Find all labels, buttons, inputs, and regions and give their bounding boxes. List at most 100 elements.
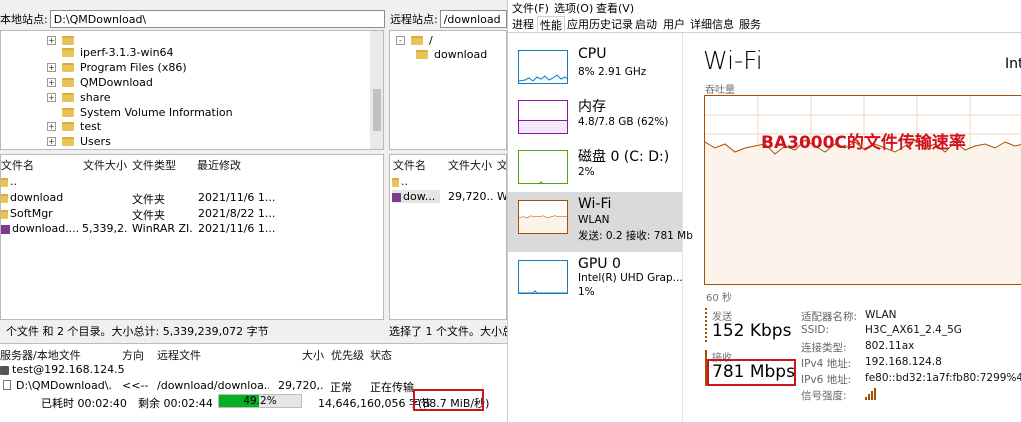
- disk-title: 磁盘 0 (C: D:): [578, 149, 670, 165]
- queue-remaining: 剩余 00:02:44: [138, 397, 213, 410]
- local-file-list: 文件名 文件大小 文件类型 最近修改 .. download 文件夹 2021/…: [0, 154, 384, 320]
- col-header-name[interactable]: 文件名: [393, 157, 426, 172]
- remote-file-list: 文件名 文件大小 文 .. dow... 29,720... W: [389, 154, 507, 320]
- wifi-mini-graph: [518, 200, 568, 234]
- local-file-row[interactable]: download: [1, 191, 71, 204]
- queue-col-status[interactable]: 状态: [370, 347, 392, 362]
- tree-item-share[interactable]: + share: [47, 90, 111, 104]
- local-file-row[interactable]: ..: [1, 175, 71, 188]
- tab-startup[interactable]: 启动: [633, 16, 659, 32]
- tree-item-test[interactable]: + test: [47, 119, 101, 133]
- queue-direction: <<--: [122, 379, 149, 392]
- prop-value: 192.168.124.8: [865, 356, 942, 368]
- remote-status: 选择了 1 个文件。大小总计: [389, 322, 507, 340]
- remote-tree-root[interactable]: - /: [396, 33, 433, 47]
- file-size: 5,339,2...: [82, 222, 128, 235]
- server-icon: [0, 365, 9, 375]
- expand-icon[interactable]: +: [47, 121, 56, 131]
- tree-item-users[interactable]: + Users: [47, 134, 111, 148]
- menu-file[interactable]: 文件(F): [512, 0, 549, 15]
- queue-col-priority[interactable]: 优先级: [331, 347, 364, 362]
- tree-item-program-files[interactable]: + Program Files (x86): [47, 60, 187, 74]
- expand-icon[interactable]: +: [47, 136, 56, 146]
- transfer-progress-bar: 49.2%: [218, 394, 302, 408]
- file-modified: 2021/11/6 1...: [198, 191, 276, 204]
- tab-services[interactable]: 服务: [737, 16, 763, 32]
- col-header-name[interactable]: 文件名: [1, 157, 34, 172]
- wifi-title: Wi-Fi: [578, 196, 612, 212]
- remote-file-row-selected[interactable]: dow...: [392, 190, 440, 203]
- prop-key: 连接类型:: [801, 342, 847, 354]
- cpu-sub: 8% 2.91 GHz: [578, 66, 647, 78]
- transfer-queue: 服务器/本地文件 方向 远程文件 大小 优先级 状态 test@192.168.…: [0, 343, 507, 422]
- tab-processes[interactable]: 进程: [510, 16, 536, 32]
- file-size: 29,720...: [448, 190, 494, 203]
- expand-icon[interactable]: +: [47, 92, 56, 102]
- tree-item-iperf[interactable]: + iperf-3.1.3-win64: [47, 45, 174, 59]
- wifi-sub-rates: 发送: 0.2 接收: 781 Mb: [578, 230, 693, 242]
- disk-sub: 2%: [578, 166, 595, 178]
- tab-app-history[interactable]: 应用历史记录: [565, 16, 635, 32]
- file-modified: 2021/8/22 1...: [198, 207, 276, 220]
- folder-icon: [62, 62, 74, 72]
- tab-details[interactable]: 详细信息: [688, 16, 736, 32]
- menu-options[interactable]: 选项(O): [554, 0, 593, 15]
- expand-icon[interactable]: +: [47, 62, 56, 72]
- queue-col-direction[interactable]: 方向: [122, 347, 144, 362]
- folder-icon: [411, 35, 423, 45]
- perf-item-gpu[interactable]: GPU 0 Intel(R) UHD Grap... 1%: [508, 252, 683, 312]
- progress-text: 49.2%: [243, 395, 277, 407]
- annotation-text: BA3000C的文件传输速率: [761, 133, 966, 153]
- file-type: W: [497, 190, 507, 203]
- prop-value: WLAN: [865, 309, 897, 321]
- recv-highlight-box: [707, 359, 796, 386]
- tab-users[interactable]: 用户: [661, 16, 687, 32]
- queue-elapsed: 已耗时 00:02:40: [41, 397, 127, 410]
- tab-performance[interactable]: 性能: [537, 16, 565, 32]
- adapter-name-head: Int: [1005, 56, 1021, 72]
- queue-local-file[interactable]: D:\QMDownload\...: [16, 379, 112, 392]
- perf-item-wifi[interactable]: Wi-Fi WLAN 发送: 0.2 接收: 781 Mb: [508, 192, 693, 252]
- col-header-type[interactable]: 文: [497, 157, 506, 172]
- gpu-title: GPU 0: [578, 256, 621, 272]
- file-type: 文件夹: [132, 209, 165, 222]
- queue-priority: 正常: [330, 381, 352, 394]
- local-path-input[interactable]: D:\QMDownload\: [49, 10, 385, 28]
- wifi-heading: Wi-Fi: [703, 46, 763, 75]
- col-header-modified[interactable]: 最近修改: [197, 157, 241, 172]
- col-header-size[interactable]: 文件大小: [83, 157, 127, 172]
- tree-item-system-volume[interactable]: + System Volume Information: [47, 105, 233, 119]
- queue-size: 29,720,...: [278, 379, 324, 392]
- remote-file-row[interactable]: ..: [392, 175, 408, 188]
- prop-value: fe80::bd32:1a7f:fb80:7299%4: [865, 372, 1021, 384]
- local-site-bar: 本地站点: D:\QMDownload\: [0, 8, 385, 30]
- memory-mini-graph: [518, 100, 568, 134]
- prop-key: IPv4 地址:: [801, 358, 852, 370]
- expand-icon[interactable]: +: [47, 77, 56, 87]
- remote-path-input[interactable]: /download: [439, 10, 507, 28]
- task-manager-window: 文件(F) 选项(O) 查看(V) 进程 性能 应用历史记录 启动 用户 详细信…: [507, 0, 1021, 422]
- prop-value: H3C_AX61_2.4_5G: [865, 324, 962, 336]
- gpu-usage: 1%: [578, 286, 595, 298]
- queue-col-size[interactable]: 大小: [302, 347, 324, 362]
- col-header-size[interactable]: 文件大小: [448, 157, 492, 172]
- queue-col-server[interactable]: 服务器/本地文件: [0, 347, 81, 362]
- queue-server-row[interactable]: test@192.168.124.5: [0, 363, 125, 376]
- tree-item-qmdownload[interactable]: + QMDownload: [47, 75, 153, 89]
- menu-view[interactable]: 查看(V): [596, 0, 634, 15]
- col-header-type[interactable]: 文件类型: [132, 157, 176, 172]
- file-type: 文件夹: [132, 193, 165, 206]
- folder-icon: [62, 77, 74, 87]
- queue-col-remote[interactable]: 远程文件: [157, 347, 201, 362]
- local-file-row[interactable]: SoftMgr: [1, 207, 71, 220]
- collapse-icon[interactable]: -: [396, 35, 405, 45]
- local-file-row[interactable]: download....: [1, 222, 79, 235]
- local-tree-scrollbar[interactable]: [370, 31, 383, 149]
- rar-icon: [1, 224, 10, 234]
- folder-icon: [416, 49, 428, 59]
- gpu-sub: Intel(R) UHD Grap...: [578, 272, 683, 284]
- remote-tree-download[interactable]: download: [416, 47, 487, 61]
- folder-icon: [62, 92, 74, 102]
- rate-highlight-box: [413, 389, 484, 411]
- folder-icon: [62, 136, 74, 146]
